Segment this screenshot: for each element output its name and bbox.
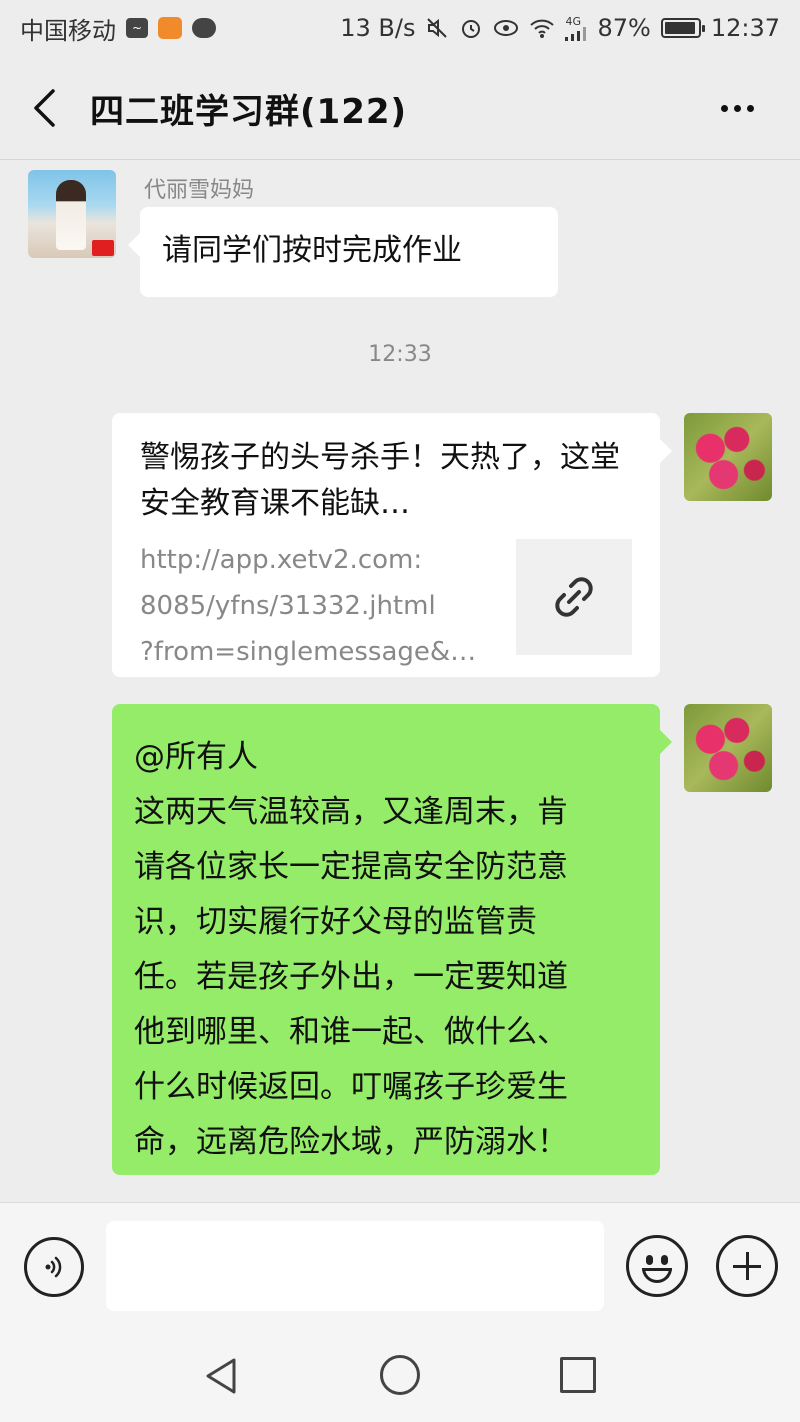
mute-icon: [425, 16, 449, 40]
battery-icon: [660, 18, 705, 38]
message-text: 请同学们按时完成作业: [162, 233, 462, 268]
message-line: 命，远离危险水域，严防溺水！: [134, 1124, 568, 1160]
message-line: 他到哪里、和谁一起、做什么、: [134, 1014, 568, 1050]
message-timestamp: 12:33: [368, 342, 432, 367]
status-bar-right: 13 B/s 4G 87% 12:37: [340, 14, 780, 42]
self-avatar[interactable]: [684, 413, 772, 501]
more-dots-icon: [733, 104, 741, 112]
more-dots-icon: [720, 104, 728, 112]
nav-home-button[interactable]: [380, 1355, 420, 1395]
voice-button[interactable]: [24, 1237, 84, 1297]
voice-icon: [45, 1256, 62, 1278]
triangle-back-icon: [206, 1358, 236, 1394]
system-nav-bar: [0, 1328, 800, 1422]
link-card[interactable]: 警惕孩子的头号杀手！天热了，这堂安全教育课不能缺… http://app.xet…: [112, 413, 672, 677]
carrier-label: 中国移动: [20, 16, 116, 45]
emoji-icon: [642, 1268, 672, 1283]
sender-name: 代丽雪妈妈: [144, 178, 255, 203]
wifi-icon: [529, 17, 555, 39]
message-line: 请各位家长一定提高安全防范意: [134, 849, 568, 885]
message-line: 这两天气温较高，又逢周末，肯: [134, 794, 568, 830]
message-bubble[interactable]: 请同学们按时完成作业: [128, 207, 558, 297]
alarm-icon: [459, 16, 483, 40]
status-bar: 中国移动 ~ 13 B/s 4G 87% 12:37: [0, 0, 800, 56]
signal-icon: 4G: [565, 16, 587, 41]
chat-title: 四二班学习群(122): [90, 92, 408, 132]
link-url: http://app.xetv2.com: 8085/yfns/31332.jh…: [140, 545, 477, 667]
message-line: @所有人: [134, 739, 258, 775]
chevron-left-icon: [34, 89, 55, 127]
battery-percent-label: 87%: [597, 14, 651, 42]
link-thumbnail: [516, 539, 632, 655]
self-avatar[interactable]: [684, 704, 772, 792]
flag-icon: [92, 240, 114, 256]
status-bar-left: 中国移动 ~: [20, 11, 216, 46]
emoji-button[interactable]: [626, 1235, 688, 1297]
plus-button[interactable]: [716, 1235, 778, 1297]
uc-browser-icon: [158, 17, 182, 39]
message-line: 任。若是孩子外出，一定要知道: [134, 959, 568, 995]
net-speed-label: 13 B/s: [340, 14, 416, 42]
nav-recents-button[interactable]: [560, 1357, 596, 1393]
message-line: 什么时候返回。叮嘱孩子珍爱生: [134, 1069, 568, 1105]
chat-area[interactable]: 代丽雪妈妈 请同学们按时完成作业 12:33 警惕孩子的头号杀手！天热了，这堂安…: [0, 160, 800, 1202]
network-type-label: 4G: [565, 14, 582, 28]
activity-icon: ~: [126, 18, 148, 38]
clock-label: 12:37: [710, 14, 780, 42]
avatar-figure: [56, 180, 86, 250]
message-input[interactable]: [106, 1221, 604, 1311]
emoji-icon: [661, 1255, 668, 1265]
message-line: 识，切实履行好父母的监管责: [134, 904, 537, 940]
message-bubble-self[interactable]: @所有人 这两天气温较高，又逢周末，肯 请各位家长一定提高安全防范意 识，切实履…: [112, 704, 672, 1175]
input-bar: [0, 1202, 800, 1328]
chat-header: 四二班学习群(122): [0, 56, 800, 160]
sender-avatar[interactable]: [28, 170, 116, 258]
nav-back-button[interactable]: [200, 1354, 244, 1398]
emoji-icon: [646, 1255, 653, 1265]
more-button[interactable]: [712, 86, 762, 130]
more-dots-icon: [746, 104, 754, 112]
back-button[interactable]: [22, 86, 66, 130]
chat-notification-icon: [192, 18, 216, 38]
eye-icon: [493, 16, 519, 40]
link-icon: [555, 577, 593, 617]
link-title: 警惕孩子的头号杀手！天热了，这堂安全教育课不能缺…: [140, 440, 620, 521]
